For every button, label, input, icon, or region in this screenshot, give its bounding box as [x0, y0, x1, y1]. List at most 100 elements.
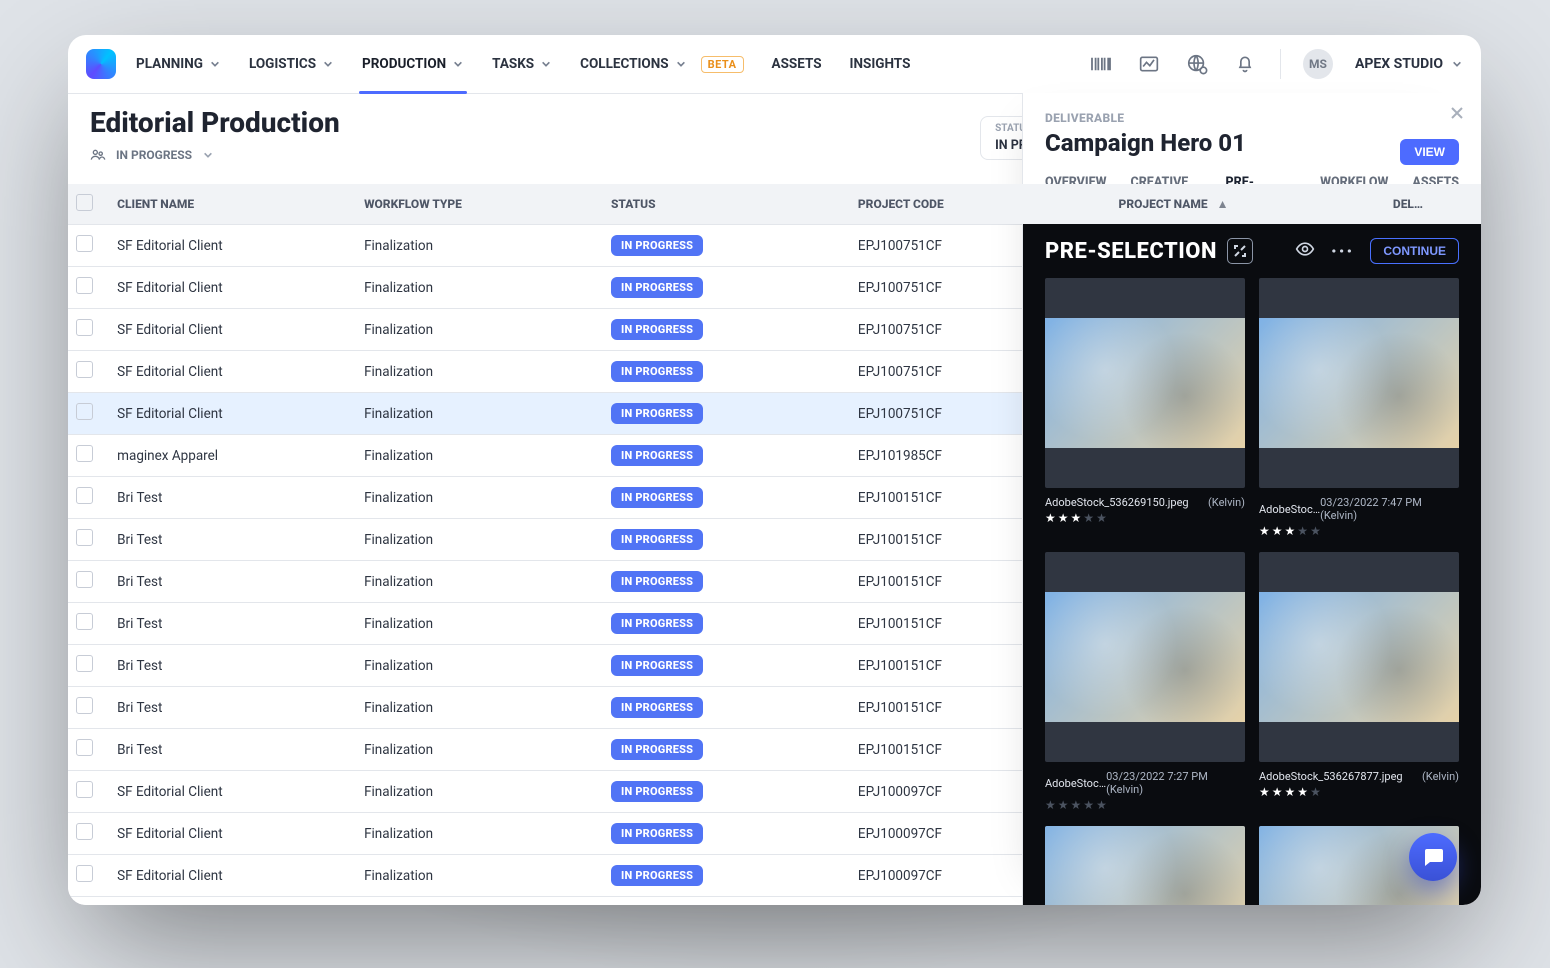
star-rating: ★★★★★: [1045, 511, 1245, 525]
cell-status: IN PROGRESS: [603, 603, 850, 645]
asset-card[interactable]: AdobeStoc…03/23/2022 7:27 PM (Kelvin)★★★…: [1045, 552, 1245, 812]
cell-workflow: Finalization: [356, 225, 603, 267]
nav-assets[interactable]: ASSETS: [772, 35, 822, 93]
globe-settings-icon[interactable]: [1184, 51, 1210, 77]
status-badge: IN PROGRESS: [611, 277, 703, 298]
cell-client: Bri Test: [109, 645, 356, 687]
user-avatar[interactable]: MS: [1303, 49, 1333, 79]
chat-fab[interactable]: [1409, 833, 1457, 881]
view-button[interactable]: VIEW: [1400, 139, 1459, 165]
cell-workflow: Finalization: [356, 309, 603, 351]
page-title: Editorial Production: [90, 106, 340, 139]
cell-status: IN PROGRESS: [603, 477, 850, 519]
asset-thumbnail[interactable]: [1045, 278, 1245, 488]
app-logo[interactable]: [86, 49, 116, 79]
asset-filename: AdobeStock_536269150.jpeg: [1045, 496, 1189, 509]
cell-status: IN PROGRESS: [603, 561, 850, 603]
star-rating: ★★★★★: [1259, 524, 1459, 538]
row-checkbox: [76, 235, 93, 252]
star-icon: ★: [1058, 798, 1069, 812]
col-header[interactable]: PROJECT CODE: [850, 184, 1111, 225]
col-header[interactable]: DEL…: [1385, 184, 1481, 225]
asset-card[interactable]: AdobeStoc…03/23/2022 7:47 PM (Kelvin)★★★…: [1259, 278, 1459, 538]
asset-thumbnail[interactable]: [1259, 278, 1459, 488]
asset-filename: AdobeStoc…: [1045, 777, 1106, 790]
preselection-panel: PRE-SELECTION ··· CONTINUE AdobeStock_53…: [1023, 218, 1481, 905]
chart-icon[interactable]: [1136, 51, 1162, 77]
cell-workflow: Finalization: [356, 603, 603, 645]
star-icon: ★: [1096, 511, 1107, 525]
status-badge: IN PROGRESS: [611, 655, 703, 676]
beta-badge: BETA: [701, 56, 744, 73]
asset-thumbnail[interactable]: [1045, 552, 1245, 762]
status-badge: IN PROGRESS: [611, 697, 703, 718]
cell-client: Bri Test: [109, 603, 356, 645]
col-header[interactable]: CLIENT NAME: [109, 184, 356, 225]
bell-icon[interactable]: [1232, 51, 1258, 77]
star-icon: ★: [1071, 511, 1082, 525]
cell-status: IN PROGRESS: [603, 771, 850, 813]
status-badge: IN PROGRESS: [611, 823, 703, 844]
row-checkbox: [76, 361, 93, 378]
expand-icon[interactable]: [1227, 238, 1253, 264]
star-icon: ★: [1045, 798, 1056, 812]
row-checkbox: [76, 823, 93, 840]
cell-client: SF Editorial Client: [109, 309, 356, 351]
barcode-icon[interactable]: [1088, 51, 1114, 77]
nav-collections[interactable]: COLLECTIONS: [580, 35, 686, 93]
cell-client: Bri Test: [109, 477, 356, 519]
cell-client: SF Editorial Client: [109, 771, 356, 813]
status-badge: IN PROGRESS: [611, 403, 703, 424]
continue-button[interactable]: CONTINUE: [1370, 238, 1459, 264]
people-icon: [90, 147, 106, 163]
cell-workflow: Finalization: [356, 897, 603, 906]
more-icon[interactable]: ···: [1331, 241, 1354, 262]
col-header[interactable]: STATUS: [603, 184, 850, 225]
col-checkbox[interactable]: [68, 184, 109, 225]
asset-filename: AdobeStock_536267877.jpeg: [1259, 770, 1403, 783]
page-status-selector[interactable]: IN PROGRESS: [90, 147, 340, 163]
asset-card[interactable]: AdobeStock_536267877.jpeg(Kelvin)★★★★★: [1259, 552, 1459, 812]
cell-workflow: Finalization: [356, 393, 603, 435]
cell-workflow: Finalization: [356, 729, 603, 771]
chevron-down-icon: [540, 58, 552, 70]
cell-client: SF Editorial Client: [109, 267, 356, 309]
asset-card[interactable]: AdobeStock_536269150.jpeg(Kelvin)★★★★★: [1045, 278, 1245, 538]
col-header[interactable]: PROJECT NAME ▲: [1111, 184, 1385, 225]
status-badge: IN PROGRESS: [611, 571, 703, 592]
status-badge: IN PROGRESS: [611, 319, 703, 340]
org-switcher[interactable]: APEX STUDIO: [1355, 56, 1463, 72]
asset-card[interactable]: [1045, 826, 1245, 905]
status-badge: IN PROGRESS: [611, 781, 703, 802]
cell-status: IN PROGRESS: [603, 225, 850, 267]
chevron-down-icon: [452, 58, 464, 70]
asset-thumbnail[interactable]: [1259, 552, 1459, 762]
cell-status: IN PROGRESS: [603, 267, 850, 309]
close-icon[interactable]: [1447, 103, 1467, 123]
nav-logistics[interactable]: LOGISTICS: [249, 35, 334, 93]
cell-status: IN PROGRESS: [603, 687, 850, 729]
cell-workflow: Finalization: [356, 351, 603, 393]
cell-status: IN PROGRESS: [603, 813, 850, 855]
nav-production[interactable]: PRODUCTION: [362, 35, 464, 93]
col-header[interactable]: WORKFLOW TYPE: [356, 184, 603, 225]
star-icon: ★: [1058, 511, 1069, 525]
star-icon: ★: [1297, 785, 1308, 799]
row-checkbox: [76, 445, 93, 462]
asset-filename: AdobeStoc…: [1259, 503, 1320, 516]
nav-planning[interactable]: PLANNING: [136, 35, 221, 93]
asset-thumbnail[interactable]: [1045, 826, 1245, 905]
cell-workflow: Finalization: [356, 771, 603, 813]
nav-insights[interactable]: INSIGHTS: [850, 35, 911, 93]
star-rating: ★★★★★: [1259, 785, 1459, 799]
star-icon: ★: [1272, 785, 1283, 799]
nav-tasks[interactable]: TASKS: [492, 35, 552, 93]
preselection-heading: PRE-SELECTION: [1045, 239, 1217, 264]
status-badge: IN PROGRESS: [611, 865, 703, 886]
top-nav: PLANNING LOGISTICS PRODUCTION TASKS COLLECTI…: [68, 35, 1481, 94]
cell-client: SF Editorial Client: [109, 855, 356, 897]
status-badge: IN PROGRESS: [611, 529, 703, 550]
row-checkbox: [76, 529, 93, 546]
cell-status: IN PROGRESS: [603, 645, 850, 687]
eye-icon[interactable]: [1295, 239, 1315, 263]
